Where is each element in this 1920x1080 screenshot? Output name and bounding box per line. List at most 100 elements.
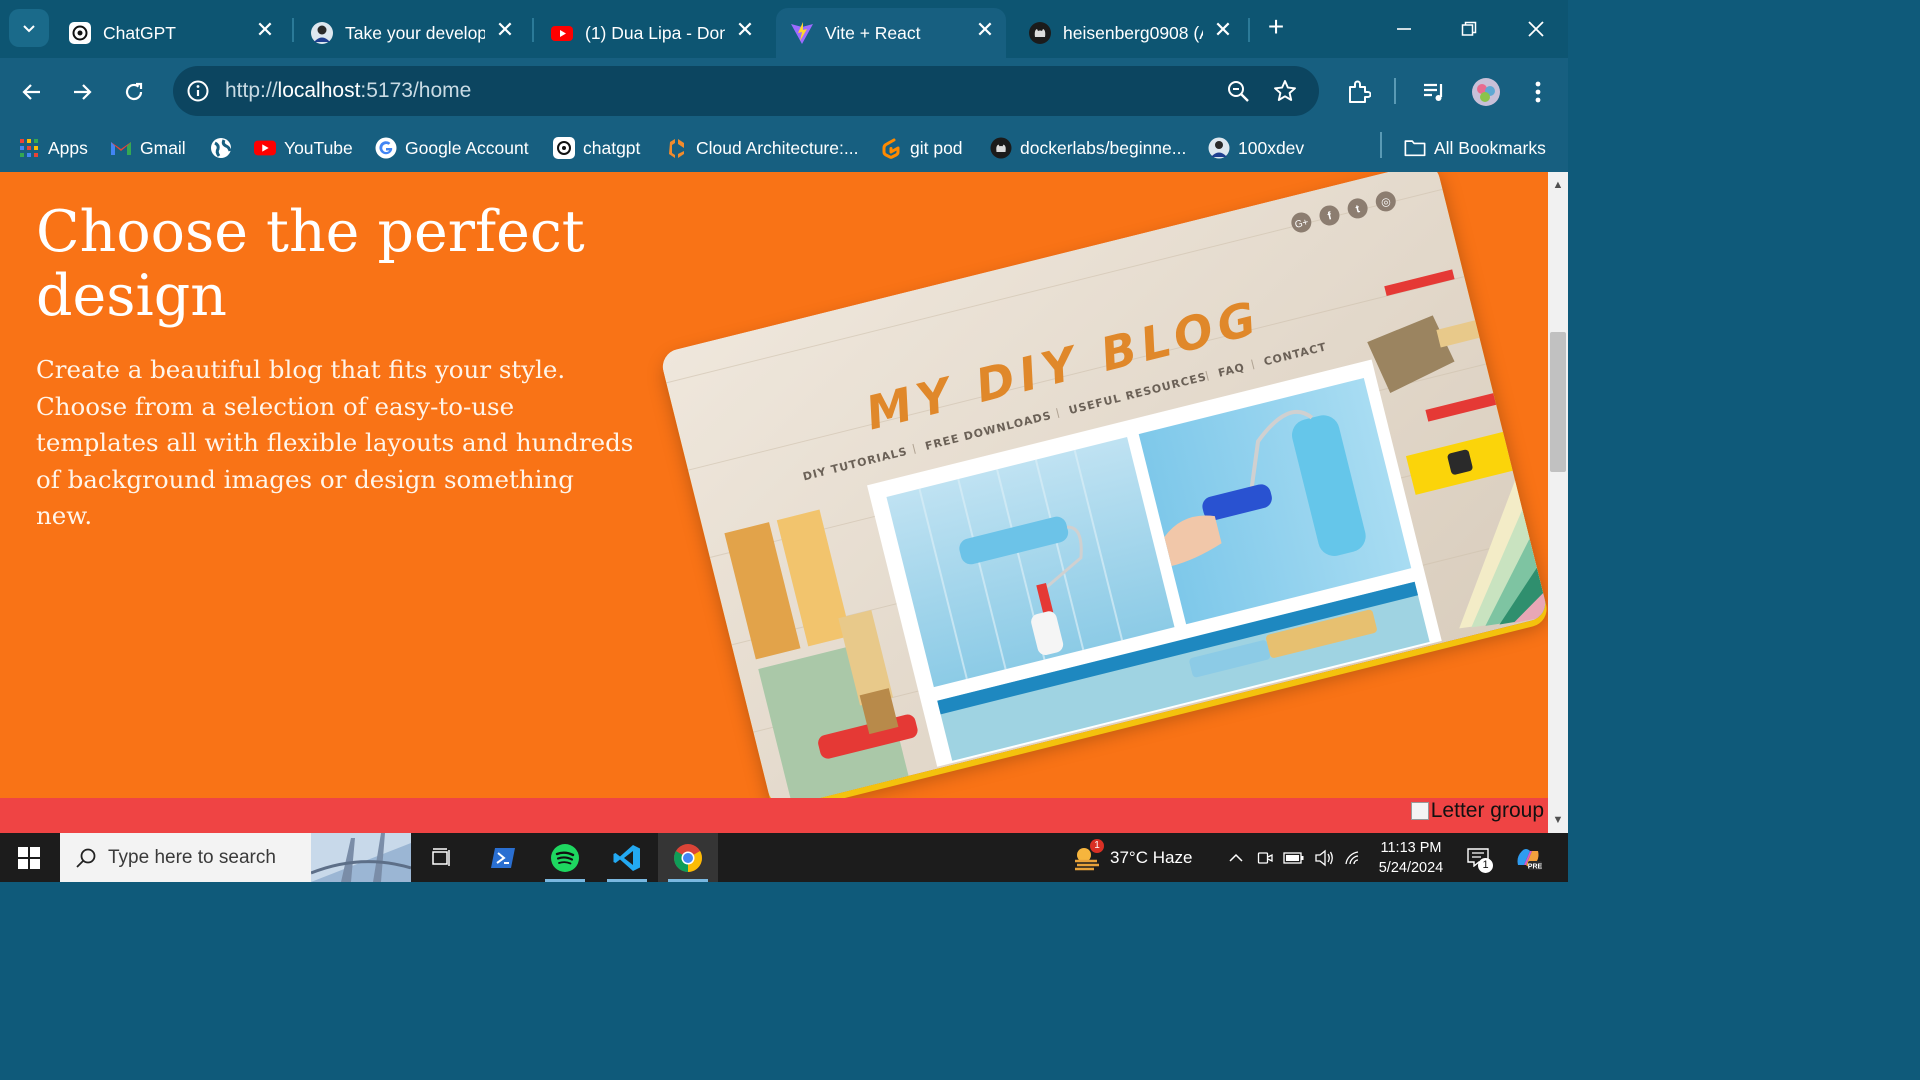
bookmark-star-icon[interactable] — [1272, 78, 1298, 104]
close-tab-icon[interactable]: ✕ — [254, 17, 276, 42]
tray-copilot[interactable]: PRE — [1512, 833, 1544, 882]
close-window-button[interactable] — [1516, 12, 1556, 46]
restore-icon — [1461, 21, 1477, 36]
reload-icon — [125, 82, 143, 101]
camera-tray-icon — [1257, 851, 1273, 864]
tab-title: heisenberg0908 (A — [1063, 22, 1203, 43]
address-bar[interactable]: http://localhost:5173/home — [173, 66, 1319, 116]
scroll-up-arrow-icon[interactable]: ▲ — [1552, 180, 1564, 191]
notification-icon: 1 — [1467, 847, 1493, 873]
tab-separator — [1248, 18, 1250, 42]
taskbar-search-box[interactable]: Type here to search — [60, 833, 411, 882]
weather-haze-icon: 1 — [1072, 838, 1104, 873]
bookmark-label: YouTube — [284, 137, 353, 158]
tab-dua-lipa[interactable]: (1) Dua Lipa - Don ✕ — [536, 8, 766, 58]
tray-network[interactable] — [1342, 833, 1366, 882]
taskbar-spotify[interactable] — [535, 833, 595, 882]
forward-button[interactable] — [64, 74, 100, 110]
tray-battery[interactable] — [1282, 833, 1306, 882]
tab-develop[interactable]: Take your develop ✕ — [296, 8, 526, 58]
back-button[interactable] — [14, 74, 50, 110]
tab-vite-react[interactable]: Vite + React ✕ — [776, 8, 1006, 58]
google-icon — [375, 137, 397, 159]
tab-chatgpt[interactable]: ChatGPT ✕ — [54, 8, 286, 58]
bookmark-youtube[interactable]: YouTube — [254, 132, 353, 164]
weather-text: 37°C Haze — [1110, 847, 1193, 867]
tab-separator — [532, 18, 534, 42]
powershell-icon — [491, 847, 515, 868]
clock-time: 11:13 PM — [1380, 840, 1442, 856]
search-placeholder: Type here to search — [108, 846, 276, 868]
github-icon — [1028, 21, 1052, 45]
zoom-icon[interactable] — [1225, 78, 1251, 104]
spotify-icon — [551, 843, 579, 872]
page-scrollbar[interactable]: ▲ ▼ — [1548, 172, 1568, 833]
windows-logo-icon — [18, 846, 40, 869]
search-icon — [74, 846, 98, 870]
taskbar-weather[interactable]: 1 37°C Haze — [1072, 833, 1192, 882]
taskbar-chrome[interactable] — [658, 833, 718, 882]
bookmark-label: Cloud Architecture:... — [696, 137, 859, 158]
bookmark-chatgpt[interactable]: chatgpt — [553, 132, 640, 164]
bookmark-cloud-architecture[interactable]: Cloud Architecture:... — [666, 132, 858, 164]
bookmark-dockerlabs[interactable]: dockerlabs/beginne... — [990, 132, 1186, 164]
weather-alert-badge: 1 — [1090, 838, 1104, 853]
tab-strip: ChatGPT ✕ Take your develop ✕ (1) Dua Li… — [0, 0, 1568, 58]
taskbar-vscode[interactable] — [597, 833, 657, 882]
menu-button[interactable] — [1520, 74, 1556, 110]
task-view-button[interactable] — [411, 833, 471, 882]
gitpod-icon — [880, 137, 902, 159]
new-tab-button[interactable]: + — [1262, 13, 1290, 42]
cloud-arch-icon — [666, 137, 688, 159]
extensions-button[interactable] — [1340, 74, 1376, 110]
show-hidden-icons-button[interactable] — [1226, 833, 1246, 882]
tab-github[interactable]: heisenberg0908 (A ✕ — [1014, 8, 1244, 58]
github-icon — [990, 137, 1012, 159]
close-tab-icon[interactable]: ✕ — [734, 17, 756, 42]
next-section-band — [0, 798, 1548, 833]
tab-search-button[interactable] — [9, 9, 49, 47]
restore-button[interactable] — [1449, 12, 1489, 46]
url-text[interactable]: http://localhost:5173/home — [225, 79, 471, 103]
search-highlight-image — [311, 833, 411, 882]
taskbar-powershell[interactable] — [473, 833, 533, 882]
reload-button[interactable] — [116, 74, 152, 110]
bookmark-gmail[interactable]: Gmail — [110, 132, 186, 164]
bookmark-globe[interactable] — [210, 132, 240, 164]
arrow-right-icon — [74, 84, 92, 100]
bookmark-100xdev[interactable]: 100xdev — [1208, 132, 1304, 164]
puzzle-icon — [1349, 80, 1371, 103]
battery-icon — [1283, 851, 1304, 864]
tab-title: ChatGPT — [103, 22, 176, 43]
taskbar-clock[interactable]: 11:13 PM 5/24/2024 — [1368, 838, 1454, 878]
media-control-button[interactable] — [1416, 74, 1452, 110]
chevron-down-icon — [23, 25, 35, 33]
tray-meet-now[interactable] — [1254, 833, 1276, 882]
copilot-icon: PRE — [1517, 848, 1542, 870]
close-tab-icon[interactable]: ✕ — [494, 17, 516, 42]
avatar-icon — [1208, 137, 1230, 159]
broken-image-icon — [1410, 802, 1429, 820]
tab-separator — [292, 18, 294, 42]
scrollbar-thumb[interactable] — [1550, 332, 1566, 472]
bookmark-gitpod[interactable]: git pod — [880, 132, 963, 164]
minimize-button[interactable] — [1384, 12, 1424, 46]
apps-grid-icon — [18, 137, 40, 159]
tray-volume[interactable] — [1312, 833, 1336, 882]
bookmark-label: dockerlabs/beginne... — [1020, 137, 1187, 158]
profile-avatar[interactable] — [1468, 74, 1504, 110]
scroll-down-arrow-icon[interactable]: ▼ — [1552, 815, 1564, 826]
site-info-icon[interactable] — [185, 78, 211, 104]
broken-image-alt-text: Letter group — [1430, 799, 1544, 822]
start-button[interactable] — [0, 833, 58, 882]
chevron-up-icon — [1229, 853, 1243, 862]
bookmark-apps[interactable]: Apps — [18, 132, 88, 164]
chatgpt-icon — [68, 21, 92, 45]
close-tab-icon[interactable]: ✕ — [1212, 17, 1234, 42]
close-icon — [1528, 21, 1544, 37]
url-host: localhost — [277, 79, 361, 102]
tray-notifications[interactable]: 1 — [1464, 833, 1494, 882]
bookmark-google-account[interactable]: Google Account — [375, 132, 529, 164]
bookmark-all-bookmarks[interactable]: All Bookmarks — [1404, 132, 1546, 164]
close-tab-icon[interactable]: ✕ — [974, 17, 996, 42]
